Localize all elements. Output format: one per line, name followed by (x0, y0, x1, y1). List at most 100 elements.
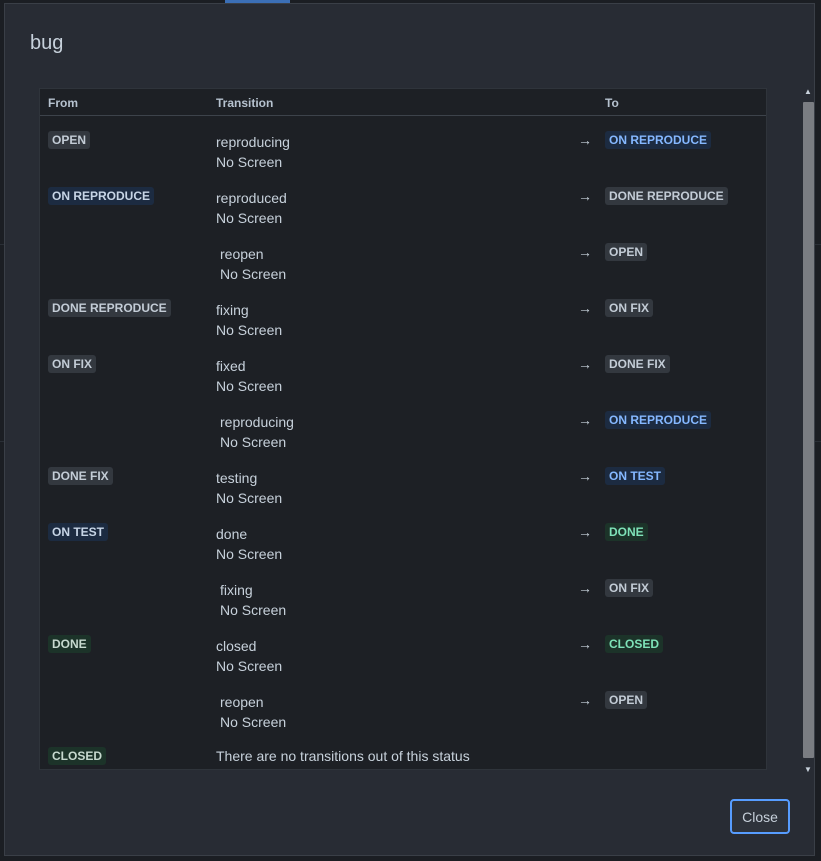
table-row: ON REPRODUCE reproduced No Screen → DONE REP… (40, 178, 766, 234)
transition-screen: No Screen (220, 602, 287, 618)
transition-screen: No Screen (216, 378, 283, 394)
vertical-scrollbar[interactable]: ▲ ▼ (799, 84, 817, 778)
column-header-transition: Transition (216, 96, 274, 110)
scroll-down-icon[interactable]: ▼ (799, 762, 817, 778)
transition-name: closed (216, 638, 257, 654)
arrow-icon: → (578, 636, 592, 652)
table-row: DONE closed No Screen → CLOSED (40, 626, 766, 682)
from-cell: DONE FIX (48, 467, 113, 485)
to-status-lozenge: DONE REPRODUCE (605, 187, 728, 205)
to-status-lozenge: DONE FIX (605, 355, 670, 373)
transition-cell: closed No Screen (216, 636, 282, 676)
table-row: DONE FIX testing No Screen → ON TEST (40, 458, 766, 514)
transition-cell: reproducing No Screen (216, 132, 290, 172)
arrow-icon: → (578, 412, 592, 428)
to-cell: ON TEST (605, 467, 666, 485)
table-row: reproducing No Screen → ON REPRODUCE (40, 402, 766, 458)
to-status-lozenge: OPEN (605, 691, 648, 709)
transition-cell: testing No Screen (216, 468, 282, 508)
transition-name: reproducing (216, 134, 290, 150)
arrow-icon: → (578, 524, 592, 540)
from-cell: ON FIX (48, 355, 97, 373)
to-status-lozenge: ON REPRODUCE (605, 411, 712, 429)
from-status-lozenge: DONE REPRODUCE (48, 299, 171, 317)
to-cell: CLOSED (605, 635, 664, 653)
transition-name: reopen (220, 246, 264, 262)
transition-screen: No Screen (216, 490, 283, 506)
from-cell: CLOSED (48, 747, 107, 765)
transition-screen: No Screen (216, 546, 283, 562)
from-status-lozenge: ON TEST (48, 523, 109, 541)
arrow-icon: → (578, 244, 592, 260)
from-cell: DONE (48, 635, 91, 653)
from-cell: OPEN (48, 131, 91, 149)
to-cell: ON REPRODUCE (605, 131, 712, 149)
transition-name: reproducing (220, 414, 294, 430)
close-button[interactable]: Close (730, 799, 790, 834)
to-cell: DONE REPRODUCE (605, 187, 728, 205)
transition-screen: No Screen (220, 714, 287, 730)
table-header: From Transition To (40, 89, 766, 116)
table-row: reopen No Screen → OPEN (40, 682, 766, 738)
from-status-lozenge: DONE FIX (48, 467, 113, 485)
column-header-from: From (48, 96, 78, 110)
transition-name: testing (216, 470, 258, 486)
from-cell: ON REPRODUCE (48, 187, 155, 205)
from-status-lozenge: ON FIX (48, 355, 97, 373)
arrow-icon: → (578, 468, 592, 484)
table-row: fixing No Screen → ON FIX (40, 570, 766, 626)
table-row: ON FIX fixed No Screen → DONE FIX (40, 346, 766, 402)
transition-name: fixing (216, 302, 249, 318)
from-cell: DONE REPRODUCE (48, 299, 171, 317)
workflow-dialog: bug From Transition To OPEN reproducing No… (4, 3, 815, 856)
transition-screen: No Screen (220, 266, 287, 282)
arrow-icon: → (578, 356, 592, 372)
scroll-up-icon[interactable]: ▲ (799, 84, 817, 100)
to-cell: DONE (605, 523, 648, 541)
from-status-lozenge: DONE (48, 635, 91, 653)
transition-screen: No Screen (216, 154, 283, 170)
to-cell: ON FIX (605, 579, 654, 597)
transition-screen: No Screen (220, 434, 287, 450)
transition-cell: fixing No Screen (220, 580, 286, 620)
table-row: OPEN reproducing No Screen → ON REPRODUCE (40, 122, 766, 178)
to-cell: DONE FIX (605, 355, 670, 373)
transition-cell: reopen No Screen (220, 692, 286, 732)
to-cell: ON REPRODUCE (605, 411, 712, 429)
scrollbar-thumb[interactable] (803, 102, 814, 758)
to-cell: ON FIX (605, 299, 654, 317)
arrow-icon: → (578, 692, 592, 708)
table-row: ON TEST done No Screen → DONE (40, 514, 766, 570)
table-row: DONE REPRODUCE fixing No Screen → ON FIX (40, 290, 766, 346)
transition-cell: reproduced No Screen (216, 188, 287, 228)
no-transitions-message: There are no transitions out of this sta… (216, 748, 470, 764)
arrow-icon: → (578, 300, 592, 316)
to-status-lozenge: CLOSED (605, 635, 664, 653)
to-status-lozenge: DONE (605, 523, 648, 541)
transitions-table: From Transition To OPEN reproducing No Scr… (39, 88, 767, 770)
dialog-title: bug (30, 32, 64, 54)
table-row: CLOSED There are no transitions out of th… (40, 738, 766, 769)
transition-name: fixed (216, 358, 246, 374)
to-cell: OPEN (605, 243, 648, 261)
arrow-icon: → (578, 580, 592, 596)
arrow-icon: → (578, 132, 592, 148)
transition-screen: No Screen (216, 658, 283, 674)
column-header-to: To (605, 96, 619, 110)
transition-name: reproduced (216, 190, 287, 206)
from-status-lozenge: CLOSED (48, 747, 107, 765)
to-status-lozenge: OPEN (605, 243, 648, 261)
to-status-lozenge: ON FIX (605, 299, 654, 317)
transition-screen: No Screen (216, 210, 283, 226)
transition-screen: No Screen (216, 322, 283, 338)
to-status-lozenge: ON FIX (605, 579, 654, 597)
table-row: reopen No Screen → OPEN (40, 234, 766, 290)
transition-name: fixing (220, 582, 253, 598)
transition-cell: fixed No Screen (216, 356, 282, 396)
to-status-lozenge: ON TEST (605, 467, 666, 485)
to-cell: OPEN (605, 691, 648, 709)
arrow-icon: → (578, 188, 592, 204)
from-status-lozenge: ON REPRODUCE (48, 187, 155, 205)
to-status-lozenge: ON REPRODUCE (605, 131, 712, 149)
from-cell: ON TEST (48, 523, 109, 541)
